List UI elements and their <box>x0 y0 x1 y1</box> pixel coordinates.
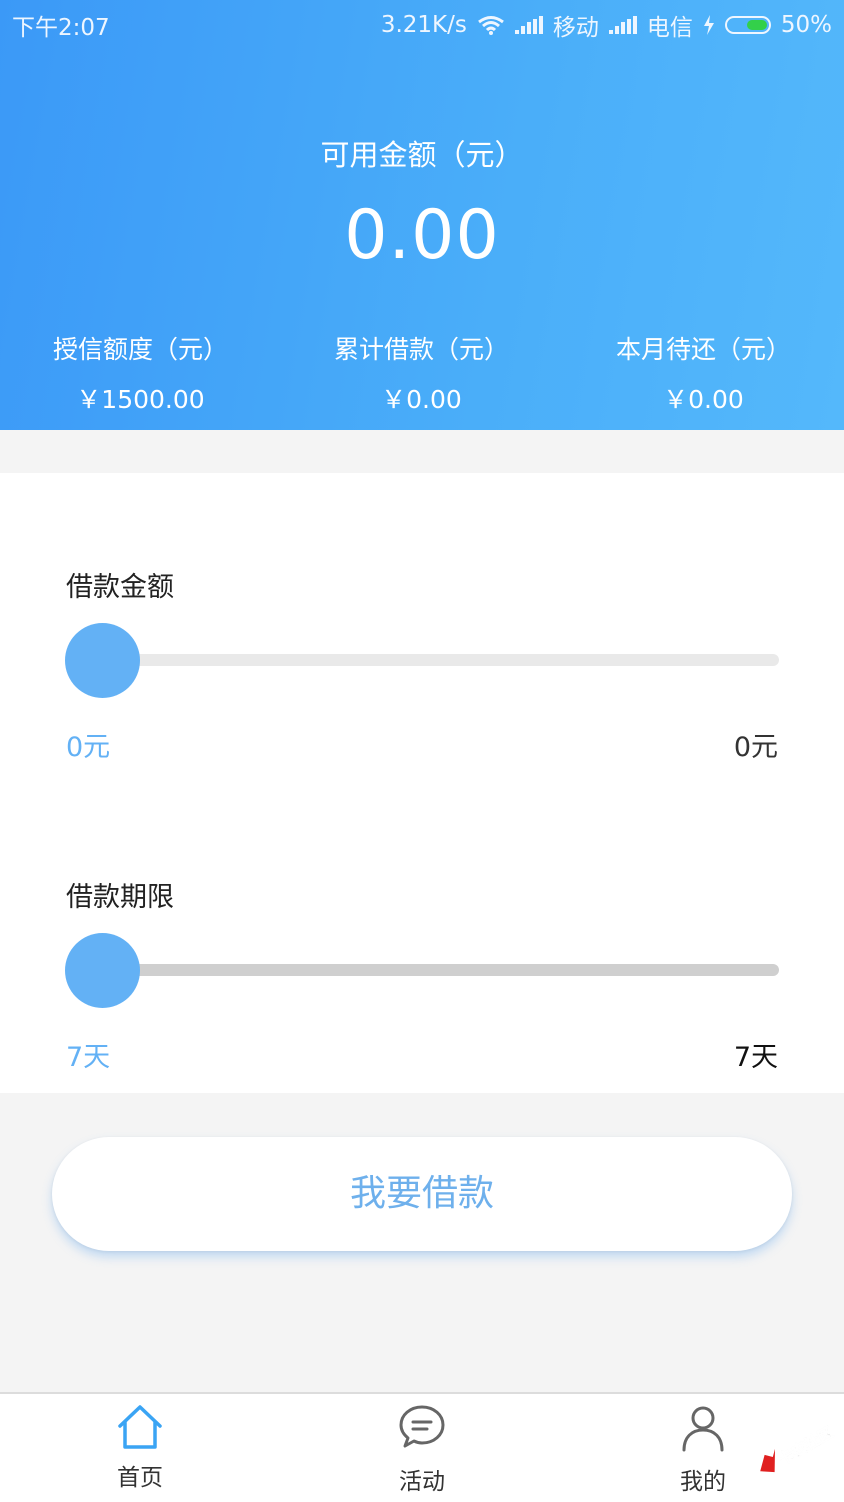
term-section-title: 借款期限 <box>66 882 174 913</box>
carrier-1: 移动 <box>552 15 599 41</box>
stat-value: ￥1500.00 <box>76 385 205 414</box>
total-borrowed-stat: 累计借款（元） ￥0.00 <box>281 330 562 416</box>
available-amount-label: 可用金额（元） <box>320 138 524 172</box>
amount-section-title: 借款金额 <box>66 572 174 603</box>
tab-label: 我的 <box>680 1469 726 1495</box>
account-summary-header: 下午2:07 3.21K/s 移动 电信 50% 可用金额（元） 0.00 授信… <box>0 0 844 430</box>
network-speed: 3.21K/s <box>380 12 467 38</box>
stat-label: 累计借款（元） <box>333 335 509 364</box>
user-icon <box>682 1406 724 1452</box>
term-slider-track[interactable] <box>102 964 779 976</box>
amount-slider-track[interactable] <box>102 654 779 666</box>
carrier-2: 电信 <box>646 15 693 41</box>
term-max-label: 7天 <box>733 1042 778 1073</box>
amount-slider-handle[interactable] <box>65 623 140 698</box>
tab-label: 首页 <box>117 1465 163 1491</box>
stat-value: ￥0.00 <box>381 385 462 414</box>
signal-icon <box>514 16 543 34</box>
tab-activity[interactable]: 活动 <box>362 1394 482 1502</box>
home-icon <box>118 1405 162 1449</box>
bottom-tab-bar: 首页 活动 我的 <box>0 1392 844 1502</box>
stat-value: ￥0.00 <box>663 385 744 414</box>
svg-text:卡农社区: 卡农社区 <box>775 1423 836 1469</box>
term-min-label: 7天 <box>66 1042 111 1073</box>
charging-icon <box>703 15 714 35</box>
status-bar: 下午2:07 3.21K/s 移动 电信 50% <box>0 0 844 46</box>
due-this-month-stat: 本月待还（元） ￥0.00 <box>563 330 844 416</box>
credit-limit-stat: 授信额度（元） ￥1500.00 <box>0 330 281 416</box>
tab-mine[interactable]: 我的 <box>643 1394 763 1502</box>
chat-icon <box>399 1405 445 1448</box>
stat-label: 本月待还（元） <box>615 335 791 364</box>
available-amount-value: 0.00 <box>344 196 500 275</box>
stat-label: 授信额度（元） <box>52 335 228 364</box>
amount-min-label: 0元 <box>66 732 111 763</box>
amount-max-label: 0元 <box>733 732 778 763</box>
status-time: 下午2:07 <box>12 15 110 41</box>
borrow-button[interactable]: 我要借款 <box>52 1137 792 1251</box>
wifi-icon <box>477 16 504 35</box>
battery-icon <box>724 16 771 34</box>
tab-home[interactable]: 首页 <box>80 1394 200 1502</box>
term-slider-handle[interactable] <box>65 933 140 1008</box>
battery-level: 50% <box>780 12 832 38</box>
tab-label: 活动 <box>399 1469 445 1495</box>
watermark-logo: 卡农社区 <box>760 1423 837 1473</box>
loan-config-panel: 借款金额 0元 0元 借款期限 7天 7天 <box>0 473 844 1093</box>
signal-icon <box>608 16 637 34</box>
